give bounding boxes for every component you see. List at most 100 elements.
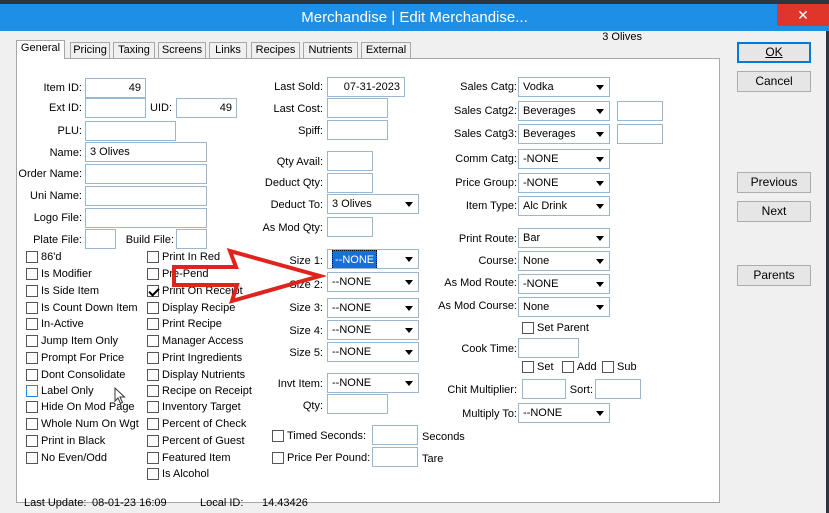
deduct-qty-field[interactable] — [327, 173, 373, 193]
checkbox-box[interactable] — [147, 335, 159, 347]
checkbox-box[interactable] — [26, 251, 38, 263]
checkbox-box[interactable] — [26, 302, 38, 314]
checkbox-percent-of-check[interactable]: Percent of Check — [147, 418, 246, 433]
checkbox-sub[interactable]: Sub — [602, 361, 637, 376]
tab-external[interactable]: External — [361, 42, 411, 58]
plate-file-field[interactable] — [85, 229, 116, 249]
close-button[interactable]: ✕ — [777, 4, 829, 26]
checkbox-86d[interactable]: 86'd — [26, 251, 61, 266]
checkbox-box[interactable] — [26, 268, 38, 280]
ok-button[interactable]: OK — [737, 42, 811, 63]
tab-taxing[interactable]: Taxing — [113, 42, 155, 58]
checkbox-no-even-odd[interactable]: No Even/Odd — [26, 452, 107, 467]
size2-dropdown[interactable]: --NONE — [327, 272, 419, 292]
checkbox-display-nutrients[interactable]: Display Nutrients — [147, 369, 245, 384]
comm-catg-dropdown[interactable]: -NONE — [518, 149, 610, 169]
tab-general[interactable]: General — [16, 40, 65, 59]
checkbox-box[interactable] — [26, 285, 38, 297]
checkbox-box[interactable] — [147, 268, 159, 280]
checkbox-is-modifier[interactable]: Is Modifier — [26, 268, 92, 283]
multiply-to-dropdown[interactable]: --NONE — [518, 403, 610, 423]
parents-button[interactable]: Parents — [737, 265, 811, 286]
last-sold-field[interactable]: 07-31-2023 — [327, 77, 405, 97]
timed-seconds-field[interactable] — [372, 425, 418, 445]
qty-field[interactable] — [327, 394, 388, 414]
checkbox-box[interactable] — [147, 302, 159, 314]
size4-dropdown[interactable]: --NONE — [327, 320, 419, 340]
size3-dropdown[interactable]: --NONE — [327, 298, 419, 318]
checkbox-box[interactable] — [522, 322, 534, 334]
checkbox-recipe-on-receipt[interactable]: Recipe on Receipt — [147, 385, 252, 400]
checkbox-box[interactable] — [147, 452, 159, 464]
checkbox-inventory-target[interactable]: Inventory Target — [147, 401, 241, 416]
checkbox-box[interactable] — [147, 318, 159, 330]
checkbox-is-side-item[interactable]: Is Side Item — [26, 285, 99, 300]
checkbox-set-parent[interactable]: Set Parent — [522, 322, 589, 337]
checkbox-featured-item[interactable]: Featured Item — [147, 452, 230, 467]
checkbox-box[interactable] — [26, 385, 38, 397]
tab-screens[interactable]: Screens — [158, 42, 206, 58]
checkbox-box[interactable] — [147, 418, 159, 430]
as-mod-route-dropdown[interactable]: -NONE — [518, 274, 610, 294]
plu-field[interactable] — [85, 121, 176, 141]
checkbox-add[interactable]: Add — [562, 361, 597, 376]
tab-links[interactable]: Links — [209, 42, 247, 58]
checkbox-box[interactable] — [26, 418, 38, 430]
sales-catg3-extra-field[interactable] — [617, 124, 663, 144]
item-id-field[interactable]: 49 — [85, 78, 146, 98]
checkbox-box[interactable] — [147, 385, 159, 397]
checkbox-box[interactable] — [26, 318, 38, 330]
tab-recipes[interactable]: Recipes — [251, 42, 300, 58]
chit-multiplier-field[interactable] — [522, 379, 566, 399]
checkbox-prompt-for-price[interactable]: Prompt For Price — [26, 352, 124, 367]
checkbox-jump-item-only[interactable]: Jump Item Only — [26, 335, 118, 350]
checkbox-manager-access[interactable]: Manager Access — [147, 335, 243, 350]
price-group-dropdown[interactable]: -NONE — [518, 173, 610, 193]
spiff-field[interactable] — [327, 120, 388, 140]
checkbox-in-active[interactable]: In-Active — [26, 318, 84, 333]
size1-dropdown[interactable]: --NONE — [327, 249, 419, 269]
checkbox-is-alcohol[interactable]: Is Alcohol — [147, 468, 209, 483]
checkbox-box-checked[interactable] — [147, 285, 159, 297]
checkbox-box[interactable] — [272, 430, 284, 442]
checkbox-price-per-pound[interactable]: Price Per Pound: — [272, 452, 370, 467]
checkbox-whole-num-on-wgt[interactable]: Whole Num On Wgt — [26, 418, 139, 433]
checkbox-print-in-black[interactable]: Print in Black — [26, 435, 105, 450]
checkbox-box[interactable] — [147, 401, 159, 413]
tab-nutrients[interactable]: Nutrients — [303, 42, 358, 58]
checkbox-dont-consolidate[interactable]: Dont Consolidate — [26, 369, 125, 384]
tab-pricing[interactable]: Pricing — [70, 42, 110, 58]
checkbox-label-only[interactable]: Label Only — [26, 385, 94, 400]
checkbox-box[interactable] — [26, 369, 38, 381]
checkbox-set[interactable]: Set — [522, 361, 554, 376]
sales-catg-dropdown[interactable]: Vodka — [518, 77, 610, 97]
checkbox-box[interactable] — [147, 468, 159, 480]
price-per-pound-field[interactable] — [372, 447, 418, 467]
sort-field[interactable] — [595, 379, 641, 399]
as-mod-qty-field[interactable] — [327, 217, 373, 237]
next-button[interactable]: Next — [737, 201, 811, 222]
logo-file-field[interactable] — [85, 208, 207, 228]
cancel-button[interactable]: Cancel — [737, 71, 811, 92]
deduct-to-dropdown[interactable]: 3 Olives — [327, 194, 419, 214]
checkbox-box[interactable] — [26, 452, 38, 464]
checkbox-box[interactable] — [272, 452, 284, 464]
item-type-dropdown[interactable]: Alc Drink — [518, 196, 610, 216]
checkbox-box[interactable] — [26, 401, 38, 413]
checkbox-box[interactable] — [522, 361, 534, 373]
sales-catg2-dropdown[interactable]: Beverages — [518, 101, 610, 121]
checkbox-box[interactable] — [562, 361, 574, 373]
uni-name-field[interactable] — [85, 186, 207, 206]
checkbox-print-ingredients[interactable]: Print Ingredients — [147, 352, 242, 367]
size5-dropdown[interactable]: --NONE — [327, 342, 419, 362]
last-cost-field[interactable] — [327, 98, 388, 118]
print-route-dropdown[interactable]: Bar — [518, 228, 610, 248]
qty-avail-field[interactable] — [327, 151, 373, 171]
cook-time-field[interactable] — [518, 338, 579, 358]
order-name-field[interactable] — [85, 164, 207, 184]
ext-id-field[interactable] — [85, 98, 146, 118]
checkbox-timed-seconds[interactable]: Timed Seconds: — [272, 430, 366, 445]
invt-item-dropdown[interactable]: --NONE — [327, 373, 419, 393]
uid-field[interactable]: 49 — [176, 98, 237, 118]
course-dropdown[interactable]: None — [518, 251, 610, 271]
